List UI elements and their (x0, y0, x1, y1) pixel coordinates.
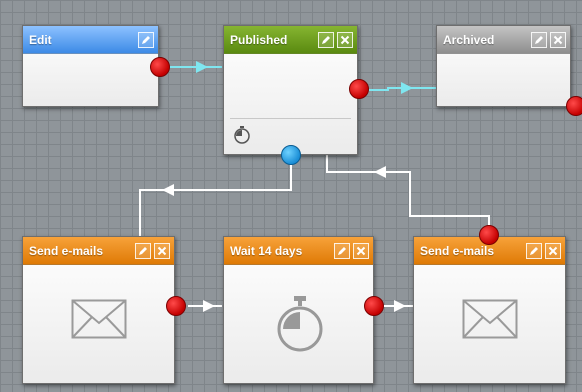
node-published[interactable]: Published (223, 25, 358, 155)
node-send-emails-2-title: Send e-mails (420, 243, 495, 258)
close-icon[interactable] (550, 31, 566, 48)
node-send-emails-1-title: Send e-mails (29, 243, 104, 258)
connector-published-to-archived (369, 82, 436, 94)
node-published-input-port[interactable] (281, 145, 301, 165)
node-published-divider (230, 118, 351, 119)
workflow-canvas[interactable]: Edit Published Archived Send e-mails Wai… (0, 0, 582, 392)
node-wait-title: Wait 14 days (230, 243, 303, 258)
node-send-emails-2-top-port[interactable] (479, 225, 499, 245)
connector-wait-to-send-emails-2 (383, 300, 413, 312)
envelope-icon (71, 299, 127, 339)
node-edit[interactable]: Edit (22, 25, 159, 107)
edit-icon[interactable] (531, 31, 547, 48)
node-wait-14-days[interactable]: Wait 14 days (223, 236, 374, 384)
edit-icon[interactable] (135, 242, 151, 259)
node-archived-header: Archived (437, 26, 570, 54)
edit-icon[interactable] (138, 31, 154, 48)
close-icon[interactable] (337, 31, 353, 48)
close-icon[interactable] (353, 242, 369, 259)
connector-send-emails-2-to-published (326, 155, 490, 230)
node-edit-header: Edit (23, 26, 158, 54)
node-send-emails-1-output-port[interactable] (166, 296, 186, 316)
edit-icon[interactable] (334, 242, 350, 259)
node-send-emails-1[interactable]: Send e-mails (22, 236, 175, 384)
node-published-header: Published (224, 26, 357, 54)
node-wait-output-port[interactable] (364, 296, 384, 316)
node-wait-header: Wait 14 days (224, 237, 373, 265)
connector-edit-to-published (168, 61, 222, 73)
edit-icon[interactable] (526, 242, 542, 259)
connector-send-emails-1-to-wait (188, 300, 222, 312)
node-published-title: Published (230, 32, 288, 47)
stopwatch-icon (277, 296, 323, 352)
node-archived-output-port[interactable] (566, 96, 582, 116)
connector-published-to-send-emails-1 (139, 163, 292, 236)
node-edit-title: Edit (29, 32, 52, 47)
stopwatch-icon (234, 126, 250, 144)
node-archived-title: Archived (443, 32, 495, 47)
edit-icon[interactable] (318, 31, 334, 48)
node-edit-output-port[interactable] (150, 57, 170, 77)
envelope-icon (462, 299, 518, 339)
close-icon[interactable] (154, 242, 170, 259)
node-archived[interactable]: Archived (436, 25, 571, 107)
node-send-emails-1-header: Send e-mails (23, 237, 174, 265)
close-icon[interactable] (545, 242, 561, 259)
node-published-output-port[interactable] (349, 79, 369, 99)
node-send-emails-2[interactable]: Send e-mails (413, 236, 566, 384)
